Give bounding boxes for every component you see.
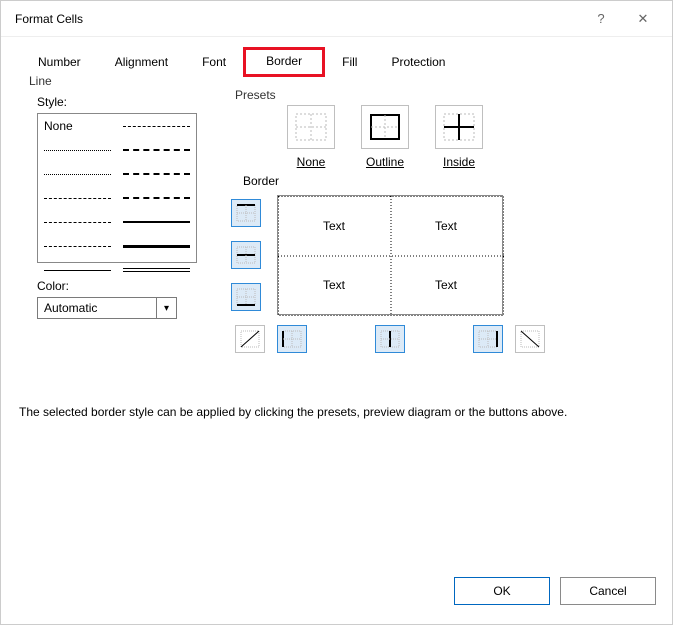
preset-inside-label: Inside xyxy=(443,155,475,169)
tab-number[interactable]: Number xyxy=(21,47,98,77)
help-button[interactable]: ? xyxy=(580,4,622,34)
dialog-title: Format Cells xyxy=(15,12,580,26)
line-style-slantdashdot[interactable] xyxy=(123,140,190,160)
preset-outline-icon xyxy=(369,113,401,141)
line-color-dropdown[interactable]: Automatic ▾ xyxy=(37,297,177,319)
border-bottom-button[interactable] xyxy=(231,283,261,311)
group-line-label: Line xyxy=(25,74,56,88)
border-preview[interactable]: Text Text Text Text xyxy=(277,195,503,315)
preset-none: None xyxy=(287,105,335,169)
line-style-mediumdash[interactable] xyxy=(123,164,190,184)
presets-row: None Outline xyxy=(231,103,644,175)
hint-text: The selected border style can be applied… xyxy=(19,405,654,419)
preview-cell-4: Text xyxy=(390,255,502,314)
tabstrip: Number Alignment Font Border Fill Protec… xyxy=(21,47,654,77)
preset-none-label: None xyxy=(297,155,326,169)
line-style-dash-small[interactable] xyxy=(44,188,111,208)
group-border-label: Border xyxy=(239,174,283,188)
border-inner-vertical-icon xyxy=(380,330,400,348)
line-style-dashdotdot[interactable] xyxy=(44,236,111,256)
close-button[interactable]: ✕ xyxy=(622,4,664,34)
line-style-medium[interactable] xyxy=(123,212,190,232)
line-color-value: Automatic xyxy=(38,301,156,315)
preview-cell-1: Text xyxy=(278,196,390,255)
preview-cell-3: Text xyxy=(278,255,390,314)
line-style-dashdot[interactable] xyxy=(44,212,111,232)
preview-cell-2: Text xyxy=(390,196,502,255)
line-style-thin[interactable] xyxy=(44,260,111,280)
tab-alignment[interactable]: Alignment xyxy=(98,47,185,77)
border-right-button[interactable] xyxy=(473,325,503,353)
preset-none-button[interactable] xyxy=(287,105,335,149)
border-horizontal-buttons xyxy=(273,325,593,353)
border-inner-vertical-button[interactable] xyxy=(375,325,405,353)
line-style-double[interactable] xyxy=(123,260,190,280)
preset-outline-button[interactable] xyxy=(361,105,409,149)
border-right-icon xyxy=(478,330,498,348)
border-left-icon xyxy=(282,330,302,348)
border-inner-horizontal-button[interactable] xyxy=(231,241,261,269)
border-diagonal-up-icon xyxy=(240,330,260,348)
dialog-body: Number Alignment Font Border Fill Protec… xyxy=(1,37,672,570)
tab-fill[interactable]: Fill xyxy=(325,47,374,77)
tab-border[interactable]: Border xyxy=(243,47,325,77)
line-style-none[interactable]: None xyxy=(44,116,111,136)
tab-font[interactable]: Font xyxy=(185,47,243,77)
preset-inside-icon xyxy=(443,113,475,141)
titlebar: Format Cells ? ✕ xyxy=(1,1,672,37)
border-diagonal-down-button[interactable] xyxy=(515,325,545,353)
format-cells-dialog: Format Cells ? ✕ Number Alignment Font B… xyxy=(0,0,673,625)
border-top-button[interactable] xyxy=(231,199,261,227)
line-style-picker[interactable]: None xyxy=(37,113,197,263)
tab-content-border: Line Style: None xyxy=(19,81,654,381)
border-diagonal-up-button[interactable] xyxy=(235,325,265,353)
border-bottom-icon xyxy=(236,288,256,306)
border-diagonal-down-icon xyxy=(520,330,540,348)
line-style-dotted[interactable] xyxy=(44,164,111,184)
chevron-down-icon: ▾ xyxy=(156,298,176,318)
border-left-button[interactable] xyxy=(277,325,307,353)
cancel-button[interactable]: Cancel xyxy=(560,577,656,605)
line-style-hair[interactable] xyxy=(44,140,111,160)
border-top-icon xyxy=(236,204,256,222)
border-inner-horizontal-icon xyxy=(236,246,256,264)
line-style-mediumdashdot[interactable] xyxy=(123,188,190,208)
preset-outline-label: Outline xyxy=(366,155,404,169)
dialog-footer: OK Cancel xyxy=(1,570,672,624)
border-vertical-buttons xyxy=(231,199,261,311)
line-style-mediumdashdotdot[interactable] xyxy=(123,116,190,136)
ok-button[interactable]: OK xyxy=(454,577,550,605)
preset-inside-button[interactable] xyxy=(435,105,483,149)
tab-protection[interactable]: Protection xyxy=(374,47,462,77)
preset-inside: Inside xyxy=(435,105,483,169)
group-presets-label: Presets xyxy=(231,88,280,102)
group-border: Border xyxy=(231,181,644,353)
group-right: Presets None xyxy=(221,81,654,381)
line-style-thick[interactable] xyxy=(123,236,190,256)
preset-outline: Outline xyxy=(361,105,409,169)
group-line: Line Style: None xyxy=(19,81,207,381)
style-label: Style: xyxy=(37,95,197,109)
preset-none-icon xyxy=(295,113,327,141)
